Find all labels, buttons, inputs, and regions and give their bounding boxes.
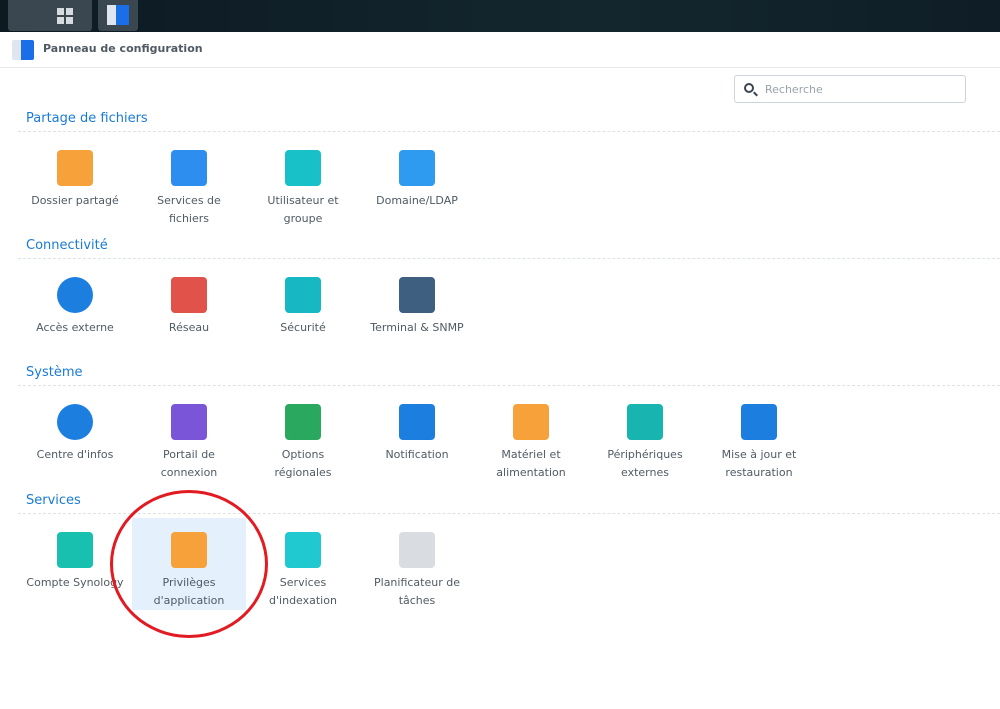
hardware-power-icon bbox=[513, 404, 549, 440]
control-panel-item[interactable]: Sécurité bbox=[246, 263, 360, 355]
item-label: Planificateur de bbox=[374, 576, 460, 589]
item-label-line2: régionales bbox=[274, 466, 332, 479]
item-label: Dossier partagé bbox=[31, 194, 119, 207]
control-panel-item[interactable]: Dossier partagé bbox=[18, 136, 132, 228]
item-label: Centre d'infos bbox=[36, 448, 114, 461]
info-center-icon bbox=[57, 404, 93, 440]
item-label-line2: connexion bbox=[160, 466, 218, 479]
notification-icon bbox=[399, 404, 435, 440]
item-label: Portail de bbox=[163, 448, 215, 461]
control-panel-item[interactable]: Accès externe bbox=[18, 263, 132, 355]
domain-ldap-icon bbox=[399, 150, 435, 186]
item-label: Notification bbox=[385, 448, 449, 461]
login-portal-icon bbox=[171, 404, 207, 440]
control-panel-item[interactable]: Portail de connexion bbox=[132, 390, 246, 482]
item-label-line2: fichiers bbox=[168, 212, 210, 225]
grid-icon bbox=[57, 8, 73, 24]
synology-account-icon bbox=[57, 532, 93, 568]
item-label: Sécurité bbox=[280, 321, 326, 334]
section-heading: Partage de fichiers bbox=[26, 111, 148, 126]
control-panel-item[interactable]: Notification bbox=[360, 390, 474, 482]
item-label: Mise à jour et bbox=[721, 448, 797, 461]
external-access-icon bbox=[57, 277, 93, 313]
control-panel-item[interactable]: Mise à jour et restauration bbox=[702, 390, 816, 482]
control-panel-icon bbox=[12, 40, 34, 60]
section-divider bbox=[18, 258, 1000, 259]
section-heading: Services bbox=[26, 493, 81, 508]
item-label: Services de bbox=[157, 194, 221, 207]
section-heading: Système bbox=[26, 365, 83, 380]
network-icon bbox=[171, 277, 207, 313]
control-panel-item[interactable]: Services de fichiers bbox=[132, 136, 246, 228]
item-label-line2: restauration bbox=[725, 466, 793, 479]
external-devices-icon bbox=[627, 404, 663, 440]
section-heading: Connectivité bbox=[26, 238, 108, 253]
control-panel-item[interactable]: Options régionales bbox=[246, 390, 360, 482]
control-panel-item[interactable]: Réseau bbox=[132, 263, 246, 355]
item-label-line2: d'indexation bbox=[269, 594, 337, 607]
control-panel-item[interactable]: Planificateur de tâches bbox=[360, 518, 474, 610]
indexing-search-icon bbox=[285, 532, 321, 568]
window-titlebar: Panneau de configuration bbox=[0, 32, 1000, 68]
section-divider bbox=[18, 385, 1000, 386]
item-label-line2: groupe bbox=[283, 212, 323, 225]
section-divider bbox=[18, 131, 1000, 132]
control-panel-item[interactable]: Utilisateur et groupe bbox=[246, 136, 360, 228]
control-panel-item[interactable]: Matériel et alimentation bbox=[474, 390, 588, 482]
item-label-line2: tâches bbox=[398, 594, 436, 607]
security-shield-icon bbox=[285, 277, 321, 313]
control-panel-taskbar-button[interactable] bbox=[98, 0, 138, 31]
user-group-icon bbox=[285, 150, 321, 186]
taskbar bbox=[0, 0, 1000, 32]
item-label-line2: externes bbox=[621, 466, 669, 479]
control-panel-item[interactable]: Centre d'infos bbox=[18, 390, 132, 482]
item-label: Options bbox=[281, 448, 325, 461]
terminal-icon bbox=[399, 277, 435, 313]
item-label: Accès externe bbox=[36, 321, 114, 334]
search-placeholder: Recherche bbox=[765, 83, 823, 96]
search-icon bbox=[744, 83, 754, 93]
item-label: Terminal & SNMP bbox=[370, 321, 464, 334]
search-input[interactable]: Recherche bbox=[734, 75, 966, 103]
item-label: Domaine/LDAP bbox=[376, 194, 458, 207]
calendar-icon bbox=[399, 532, 435, 568]
item-label: Matériel et bbox=[501, 448, 561, 461]
control-panel-icon bbox=[107, 5, 129, 25]
shared-folder-icon bbox=[57, 150, 93, 186]
item-label: Utilisateur et bbox=[267, 194, 339, 207]
item-label: Périphériques bbox=[607, 448, 683, 461]
control-panel-item[interactable]: Terminal & SNMP bbox=[360, 263, 474, 355]
file-services-icon bbox=[171, 150, 207, 186]
regional-options-icon bbox=[285, 404, 321, 440]
control-panel-item[interactable]: Domaine/LDAP bbox=[360, 136, 474, 228]
item-label: Réseau bbox=[168, 321, 210, 334]
update-restore-icon bbox=[741, 404, 777, 440]
item-label-line2: alimentation bbox=[496, 466, 566, 479]
control-panel-item[interactable]: Périphériques externes bbox=[588, 390, 702, 482]
red-highlight-circle bbox=[110, 490, 268, 638]
window-title: Panneau de configuration bbox=[43, 42, 203, 55]
main-menu-button[interactable] bbox=[8, 0, 92, 31]
